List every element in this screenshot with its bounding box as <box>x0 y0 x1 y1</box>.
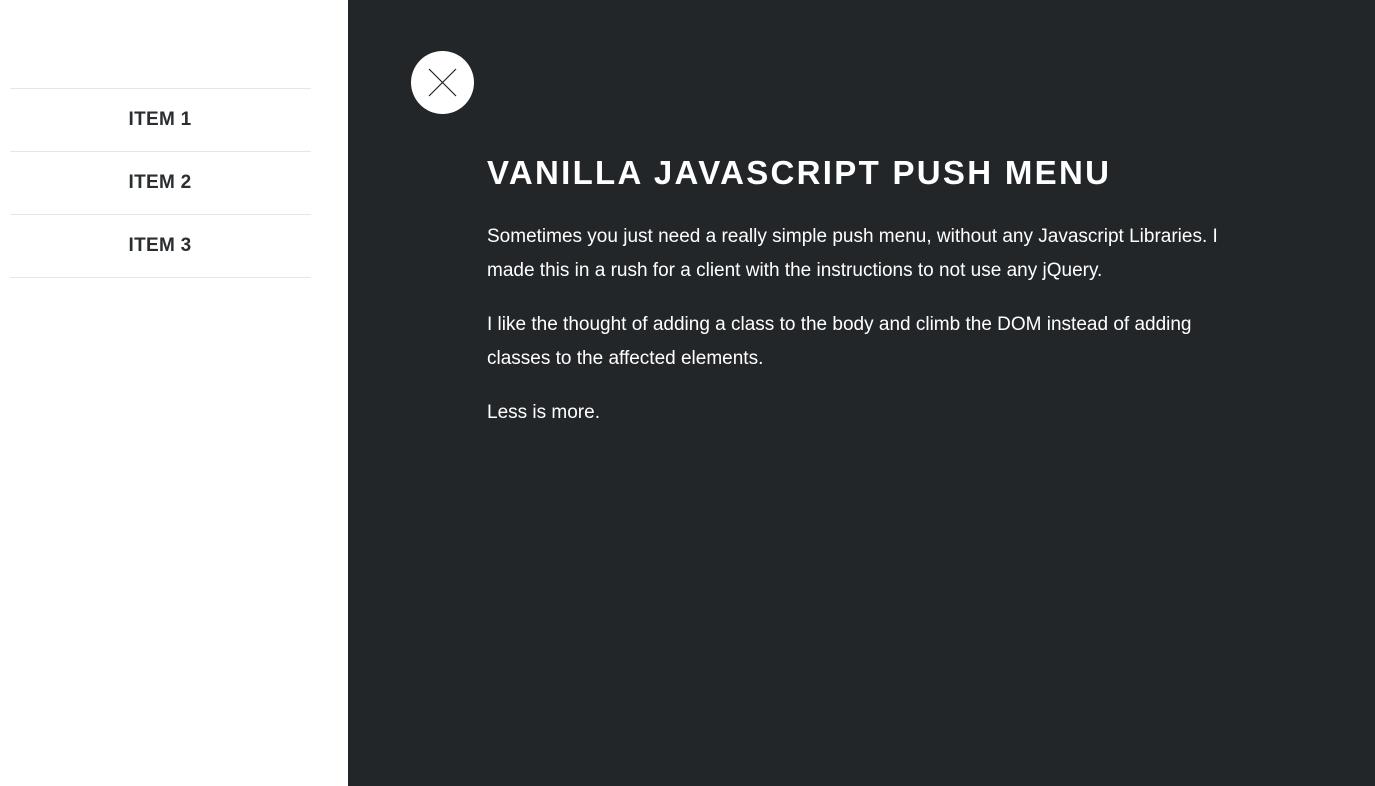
article-paragraph-1: Sometimes you just need a really simple … <box>487 226 1218 281</box>
article: VANILLA JAVASCRIPT PUSH MENU Sometimes y… <box>487 152 1247 430</box>
article-paragraph-2: I like the thought of adding a class to … <box>487 314 1192 369</box>
app-window: ITEM 1 ITEM 2 ITEM 3 VANILLA JAVASCRIPT … <box>0 0 1375 786</box>
menu-item-2[interactable]: ITEM 2 <box>10 152 311 215</box>
page-title: VANILLA JAVASCRIPT PUSH MENU <box>487 154 1112 191</box>
main-content: VANILLA JAVASCRIPT PUSH MENU Sometimes y… <box>348 0 1375 786</box>
push-menu: ITEM 1 ITEM 2 ITEM 3 <box>0 0 348 786</box>
article-paragraph-3: Less is more. <box>487 402 600 423</box>
menu-item-3[interactable]: ITEM 3 <box>10 215 311 278</box>
menu-list: ITEM 1 ITEM 2 ITEM 3 <box>10 88 311 278</box>
close-menu-button[interactable] <box>411 51 474 114</box>
menu-item-1[interactable]: ITEM 1 <box>10 89 311 152</box>
close-icon <box>428 68 457 97</box>
